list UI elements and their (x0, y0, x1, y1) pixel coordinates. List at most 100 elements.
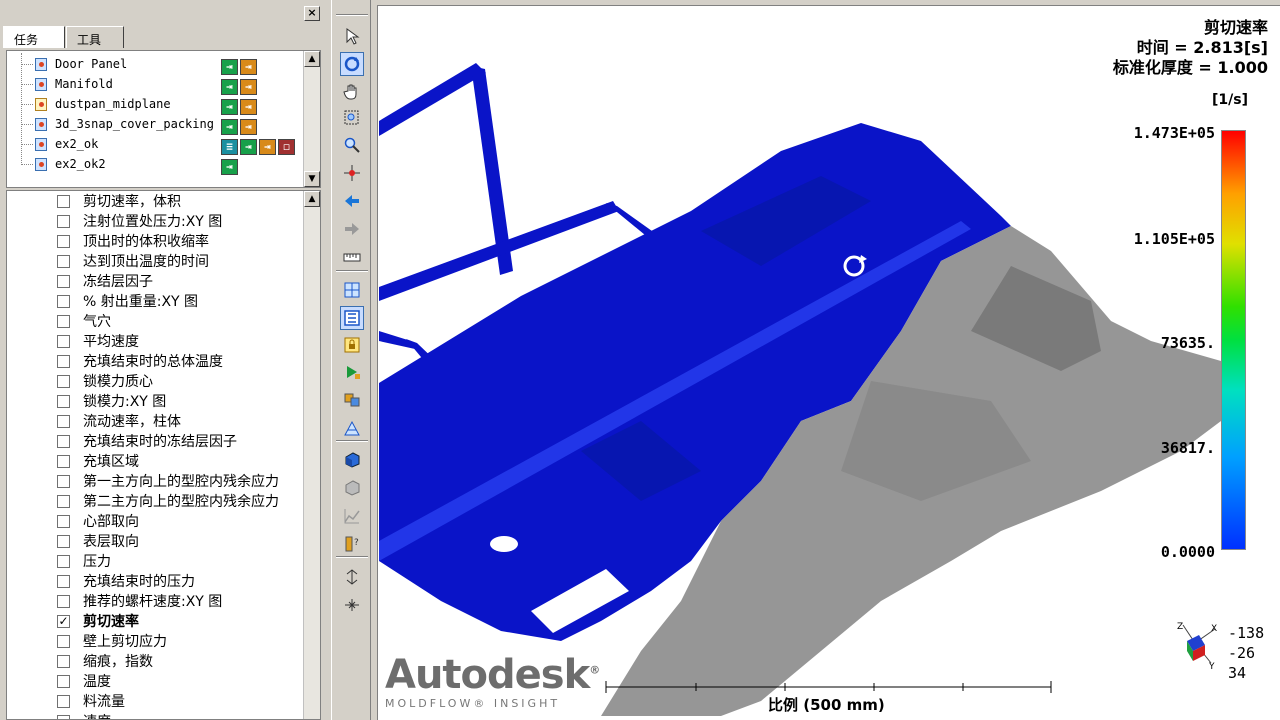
result-item[interactable]: 平均速度 (7, 332, 307, 352)
study-item[interactable]: dustpan_midplane ⇥ ⇥ (7, 94, 307, 115)
result-checkbox[interactable] (57, 275, 70, 288)
status-badge-icon[interactable]: ⇥ (221, 119, 238, 135)
status-badge-icon[interactable]: ⇥ (240, 119, 257, 135)
status-badge-icon[interactable]: ≡ (221, 139, 238, 155)
result-item[interactable]: 压力 (7, 552, 307, 572)
status-badge-icon[interactable]: ⇥ (221, 159, 238, 175)
rotate-icon[interactable] (340, 52, 364, 76)
result-checkbox[interactable] (57, 315, 70, 328)
model-render[interactable] (378, 6, 1280, 720)
result-checkbox[interactable] (57, 335, 70, 348)
result-checkbox[interactable] (57, 595, 70, 608)
result-item[interactable]: 剪切速率，体积 (7, 192, 307, 212)
result-item[interactable]: 锁模力:XY 图 (7, 392, 307, 412)
status-badge-icon[interactable]: ◻ (278, 139, 295, 155)
result-item[interactable]: 推荐的螺杆速度:XY 图 (7, 592, 307, 612)
result-checkbox[interactable] (57, 515, 70, 528)
layers-icon[interactable] (340, 388, 364, 412)
result-checkbox[interactable] (57, 195, 70, 208)
tab-tasks[interactable]: 任务 (3, 26, 65, 48)
result-checkbox[interactable] (57, 435, 70, 448)
result-item[interactable]: 第一主方向上的型腔内残余应力 (7, 472, 307, 492)
result-checkbox[interactable] (57, 535, 70, 548)
center-icon[interactable] (340, 161, 364, 185)
result-item[interactable]: 顶出时的体积收缩率 (7, 232, 307, 252)
pan-hand-icon[interactable] (340, 79, 364, 103)
expand-icon[interactable] (340, 565, 364, 589)
result-item[interactable]: % 射出重量:XY 图 (7, 292, 307, 312)
study-item[interactable]: ex2_ok ≡ ⇥ ⇥ ◻ (7, 134, 307, 155)
select-arrow-icon[interactable] (340, 24, 364, 48)
result-checkbox[interactable] (57, 695, 70, 708)
status-badge-icon[interactable]: ⇥ (240, 79, 257, 95)
result-item[interactable]: 流动速率，柱体 (7, 412, 307, 432)
status-badge-icon[interactable]: ⇥ (259, 139, 276, 155)
study-item[interactable]: Door Panel ⇥ ⇥ (7, 54, 307, 75)
rotate-cube-icon[interactable] (340, 476, 364, 500)
status-badge-icon[interactable]: ⇥ (221, 59, 238, 75)
result-item[interactable]: 充填结束时的冻结层因子 (7, 432, 307, 452)
result-item[interactable]: 充填结束时的压力 (7, 572, 307, 592)
result-checkbox[interactable]: ✓ (57, 615, 70, 628)
result-checkbox[interactable] (57, 415, 70, 428)
result-item[interactable]: 速度 (7, 712, 307, 719)
result-checkbox[interactable] (57, 715, 70, 719)
result-item[interactable]: 锁模力质心 (7, 372, 307, 392)
lock-icon[interactable] (340, 333, 364, 357)
result-item[interactable]: 壁上剪切应力 (7, 632, 307, 652)
result-checkbox[interactable] (57, 675, 70, 688)
study-item[interactable]: ex2_ok2 ⇥ (7, 154, 307, 175)
back-arrow-icon[interactable] (340, 189, 364, 213)
forward-arrow-icon[interactable] (340, 217, 364, 241)
result-checkbox[interactable] (57, 475, 70, 488)
status-badge-icon[interactable]: ⇥ (221, 99, 238, 115)
cube-icon[interactable] (340, 448, 364, 472)
status-badge-icon[interactable]: ⇥ (221, 79, 238, 95)
status-badge-icon[interactable]: ⇥ (240, 59, 257, 75)
result-item[interactable]: 充填区域 (7, 452, 307, 472)
3d-viewport[interactable]: 剪切速率 时间 = 2.813[s] 标准化厚度 = 1.000 (377, 5, 1280, 720)
study-item[interactable]: Manifold ⇥ ⇥ (7, 74, 307, 95)
result-checkbox[interactable] (57, 395, 70, 408)
result-item[interactable]: 气穴 (7, 312, 307, 332)
fit-icon[interactable] (340, 306, 364, 330)
result-checkbox[interactable] (57, 235, 70, 248)
study-file-icon (35, 58, 47, 71)
play-icon[interactable] (340, 360, 364, 384)
result-checkbox[interactable] (57, 635, 70, 648)
result-checkbox[interactable] (57, 215, 70, 228)
result-checkbox[interactable] (57, 355, 70, 368)
collapse-icon[interactable] (340, 593, 364, 617)
tab-tools[interactable]: 工具 (66, 26, 124, 48)
result-item[interactable]: 缩痕，指数 (7, 652, 307, 672)
grid-icon[interactable] (340, 278, 364, 302)
result-checkbox[interactable] (57, 295, 70, 308)
result-item[interactable]: 充填结束时的总体温度 (7, 352, 307, 372)
result-checkbox[interactable] (57, 555, 70, 568)
result-item[interactable]: 冻结层因子 (7, 272, 307, 292)
study-item[interactable]: 3d_3snap_cover_packing ⇥ ⇥ (7, 114, 307, 135)
result-checkbox[interactable] (57, 575, 70, 588)
close-panel-button[interactable]: × (304, 6, 320, 21)
result-checkbox[interactable] (57, 375, 70, 388)
probe-icon[interactable] (340, 416, 364, 440)
result-checkbox[interactable] (57, 255, 70, 268)
result-item[interactable]: 注射位置处压力:XY 图 (7, 212, 307, 232)
result-item[interactable]: 表层取向 (7, 532, 307, 552)
zoom-icon[interactable] (340, 133, 364, 157)
zoom-box-icon[interactable] (340, 106, 364, 130)
result-item[interactable]: ✓ 剪切速率 (7, 612, 307, 632)
result-checkbox[interactable] (57, 455, 70, 468)
result-checkbox[interactable] (57, 655, 70, 668)
result-item[interactable]: 温度 (7, 672, 307, 692)
result-item[interactable]: 心部取向 (7, 512, 307, 532)
result-item[interactable]: 第二主方向上的型腔内残余应力 (7, 492, 307, 512)
result-item[interactable]: 达到顶出温度的时间 (7, 252, 307, 272)
chart-icon[interactable] (340, 504, 364, 528)
result-checkbox[interactable] (57, 495, 70, 508)
status-badge-icon[interactable]: ⇥ (240, 99, 257, 115)
result-item[interactable]: 料流量 (7, 692, 307, 712)
legend-icon[interactable]: ? (340, 532, 364, 556)
status-badge-icon[interactable]: ⇥ (240, 139, 257, 155)
measure-icon[interactable] (340, 245, 364, 269)
